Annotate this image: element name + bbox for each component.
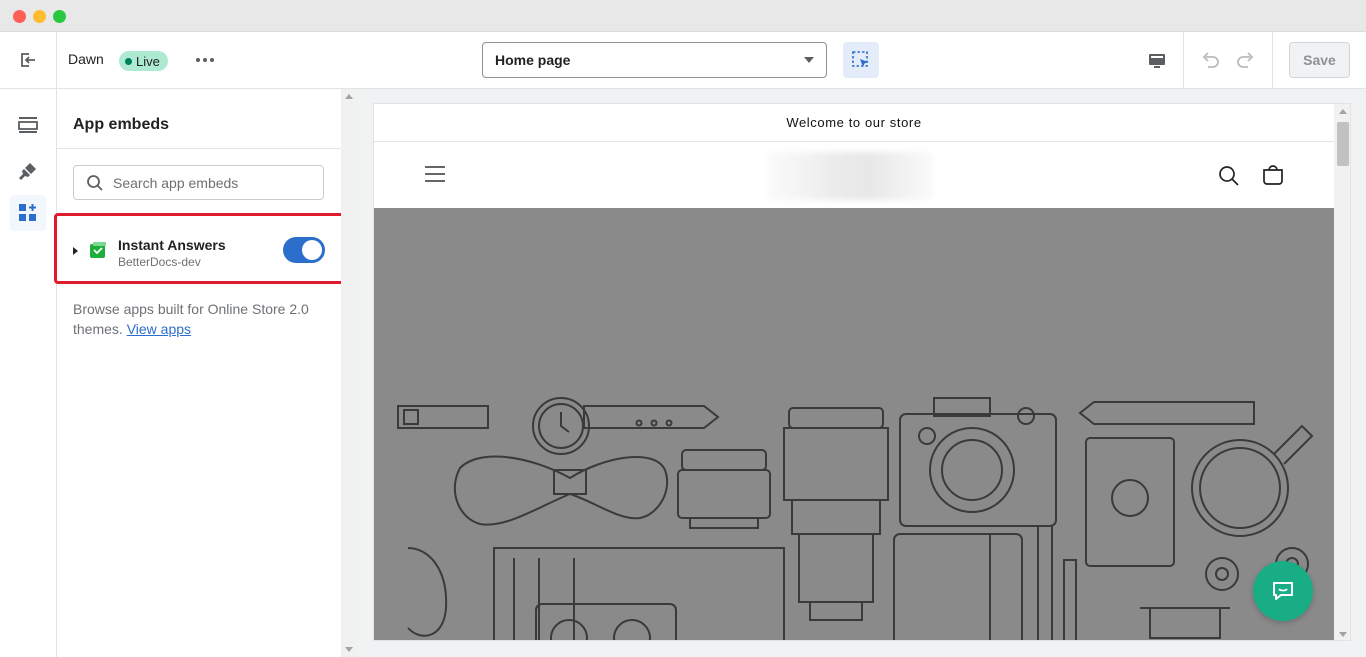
exit-button[interactable] [12,45,44,75]
sections-icon [18,117,38,133]
page-selector-value: Home page [495,52,571,68]
search-icon[interactable] [1217,164,1241,188]
chat-launcher-button[interactable] [1253,561,1313,621]
app-embeds-icon [19,204,36,221]
theme-settings-icon [19,163,36,180]
undo-icon [1202,52,1219,68]
desktop-view-button[interactable] [1142,46,1172,76]
search-app-embeds-field[interactable] [73,165,324,200]
more-actions-button[interactable] [192,50,218,70]
toggle-knob [302,240,322,260]
scroll-up-icon[interactable] [1339,109,1347,114]
dot-icon [196,58,200,62]
search-input[interactable] [113,174,313,191]
scroll-down-icon[interactable] [345,647,353,652]
maximize-window-button[interactable] [53,10,66,23]
window-titlebar [0,0,1366,32]
live-dot-icon [125,57,132,65]
menu-icon[interactable] [424,164,446,184]
store-preview-frame[interactable]: Welcome to our store [373,103,1351,641]
chat-icon [1273,582,1293,600]
dot-icon [203,58,207,62]
app-embed-name: Instant Answers [118,237,226,253]
store-header[interactable] [374,142,1334,208]
save-button[interactable]: Save [1289,42,1350,78]
inspector-button[interactable] [843,42,879,78]
inspector-cursor-icon [852,51,868,67]
dot-icon [210,58,214,62]
preview-scrollbar[interactable] [1334,104,1350,640]
view-apps-link[interactable]: View apps [127,321,191,337]
nav-app-embeds-button[interactable] [10,195,46,231]
status-badge: Live [119,51,168,71]
betterdocs-app-icon [90,242,106,258]
search-icon [87,174,103,191]
editor-left-nav [0,89,57,657]
minimize-window-button[interactable] [33,10,46,23]
app-embeds-panel: App embeds Instant Answers BetterDocs-de… [54,89,345,657]
scroll-up-icon[interactable] [345,94,353,99]
hero-illustration [397,397,1314,640]
status-badge-label: Live [136,53,160,69]
panel-divider [57,148,341,149]
app-embed-toggle[interactable] [283,237,325,263]
app-embed-item[interactable]: Instant Answers BetterDocs-dev [54,213,345,284]
scroll-down-icon[interactable] [1339,632,1347,637]
announcement-bar[interactable]: Welcome to our store [374,104,1334,142]
page-selector[interactable]: Home page [482,42,827,78]
preview-canvas: Welcome to our store [357,89,1366,657]
browse-apps-text: Browse apps built for Online Store 2.0 t… [73,299,323,339]
cart-icon[interactable] [1261,163,1285,187]
topbar-divider [56,32,57,89]
redo-button[interactable] [1232,46,1260,76]
exit-icon [21,53,35,67]
panel-scrollbar[interactable] [341,89,357,657]
nav-sections-button[interactable] [10,107,46,143]
panel-title: App embeds [73,116,170,133]
desktop-icon [1149,54,1165,68]
theme-name: Dawn [68,51,104,67]
topbar-divider [1183,32,1184,89]
close-window-button[interactable] [13,10,26,23]
chevron-down-icon [804,57,814,63]
redo-icon [1237,52,1254,68]
nav-theme-settings-button[interactable] [10,153,46,189]
expand-caret-icon[interactable] [73,247,78,255]
scrollbar-thumb[interactable] [1337,122,1349,166]
hero-image-banner[interactable] [374,208,1334,640]
store-logo[interactable] [767,152,933,200]
app-embed-source: BetterDocs-dev [118,255,201,269]
undo-button[interactable] [1196,46,1224,76]
editor-topbar: Dawn Live Home page Save [0,32,1366,89]
topbar-divider [1272,32,1273,89]
